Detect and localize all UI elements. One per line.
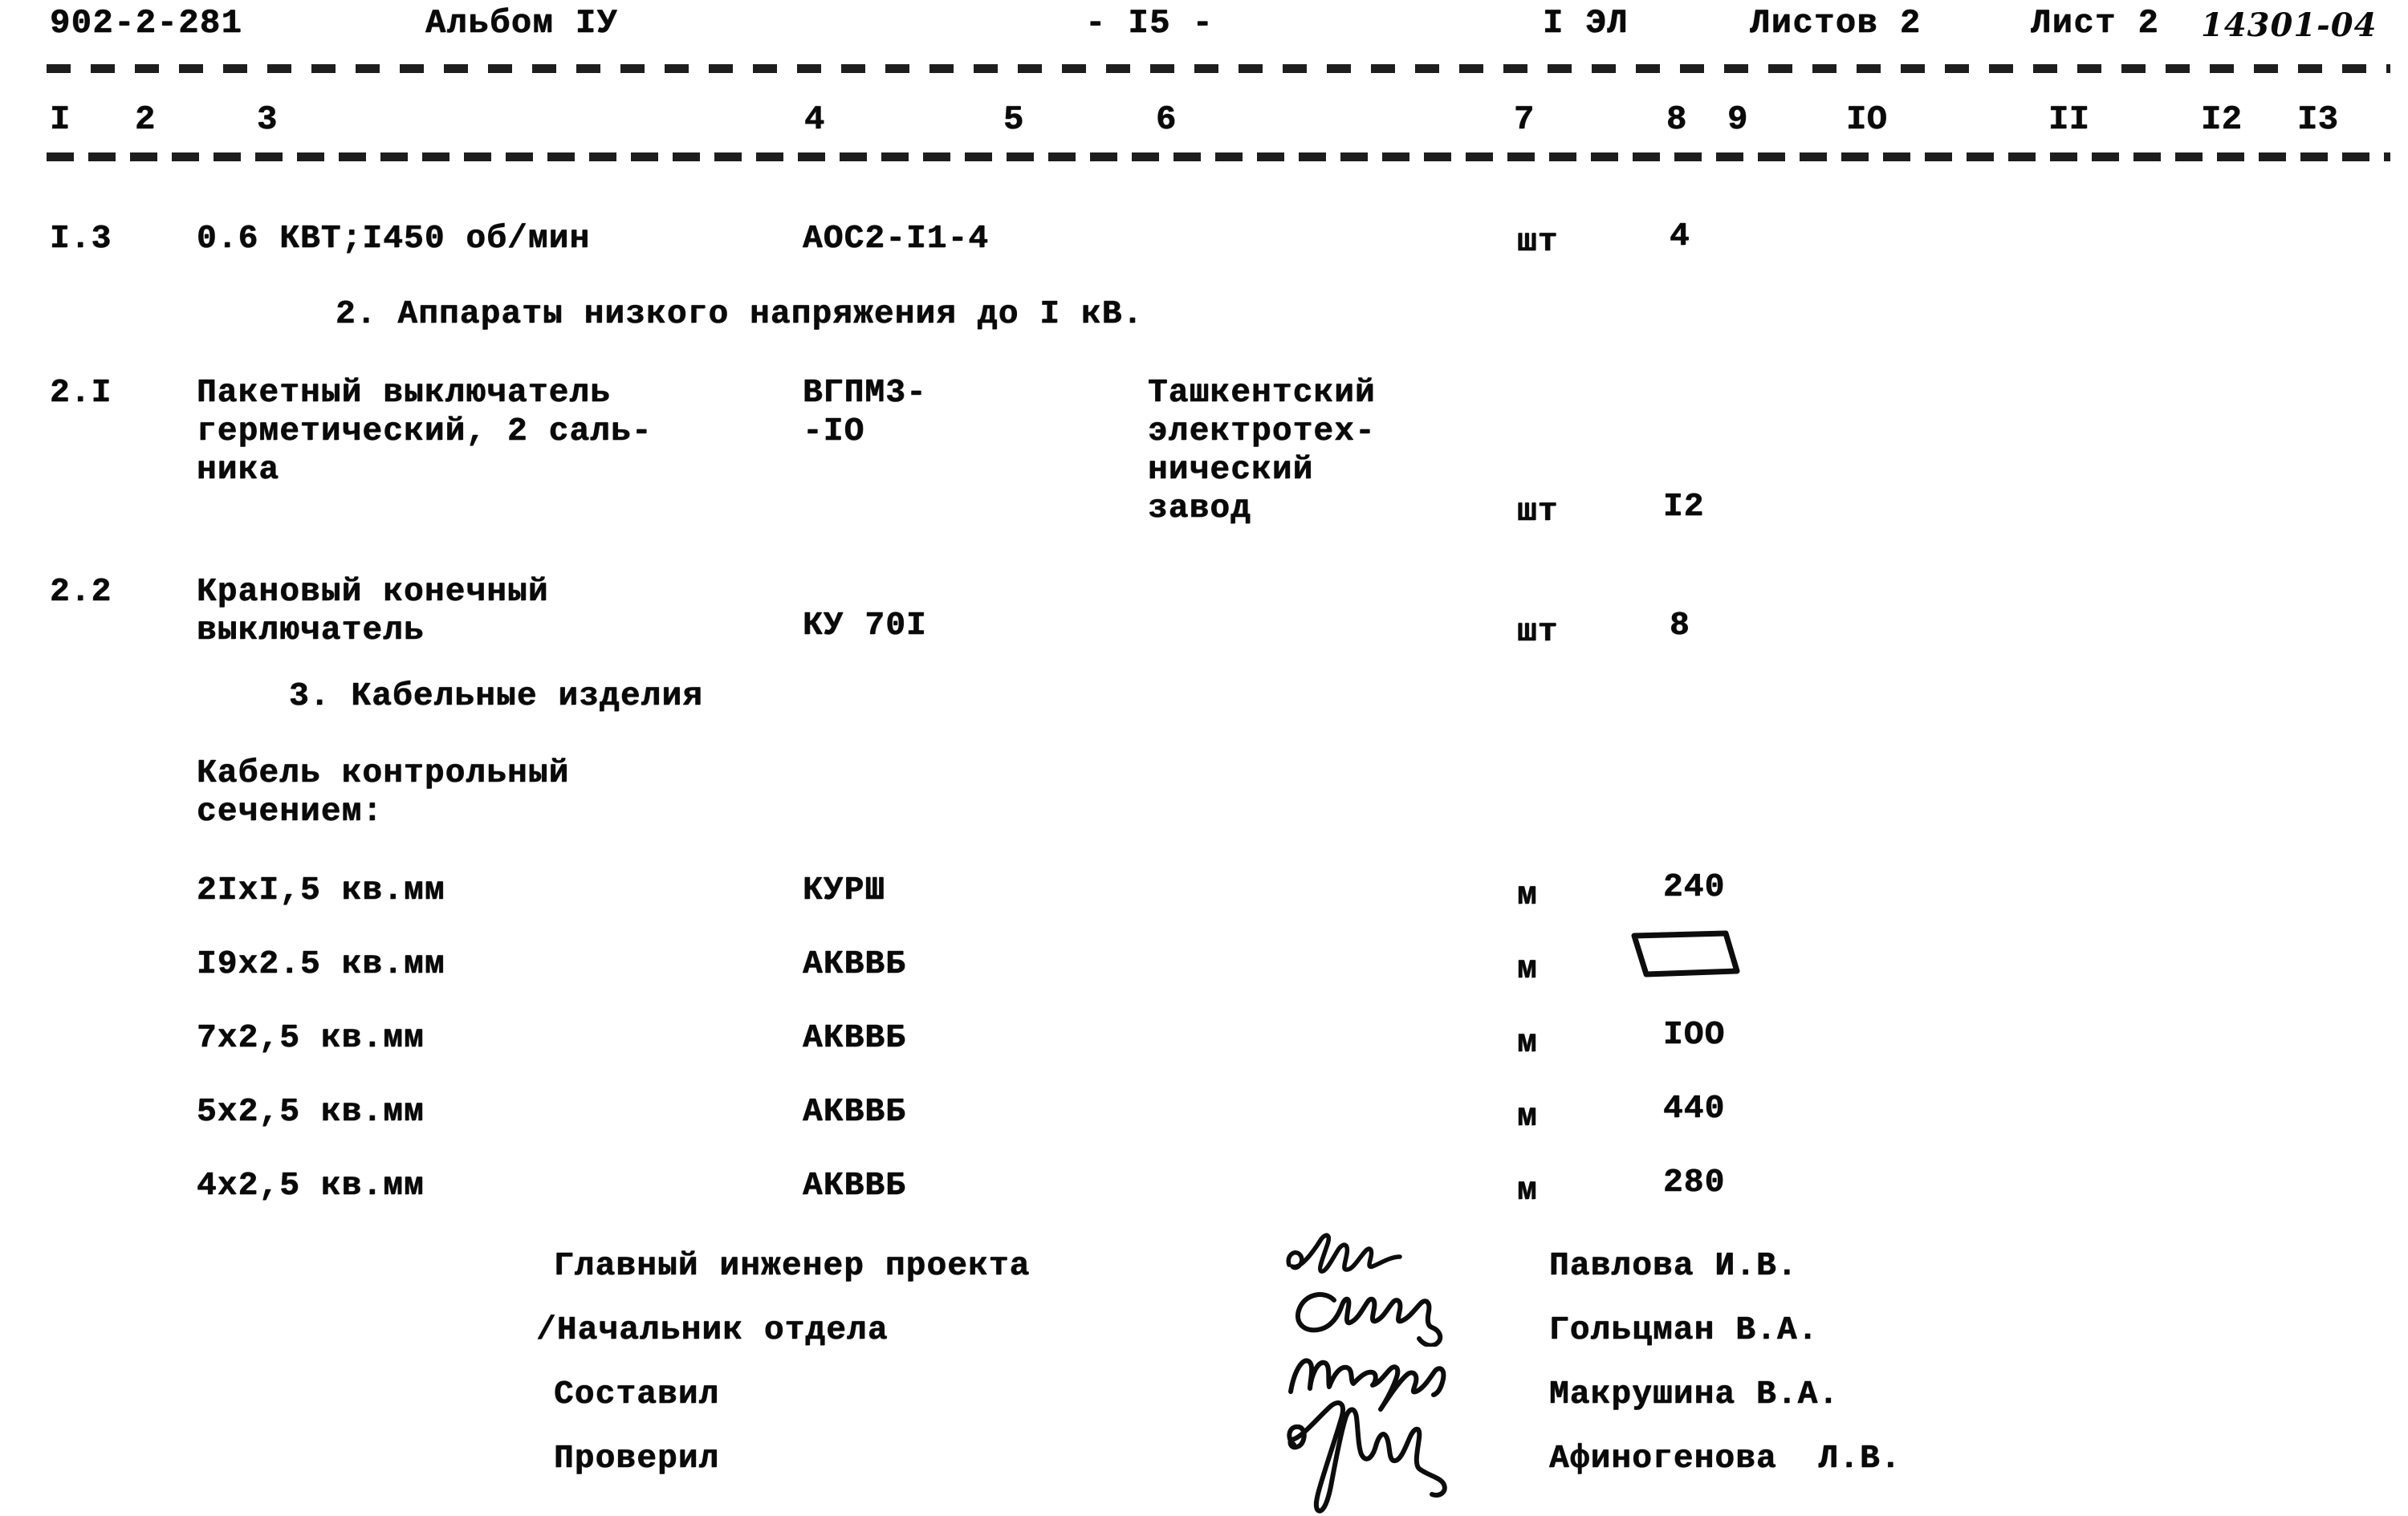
cable-brand: АКВВБ bbox=[803, 1094, 907, 1131]
cable-section: 5x2,5 кв.мм bbox=[197, 1094, 425, 1131]
sheets-total: Листов 2 bbox=[1750, 4, 1922, 43]
row-quantity: 8 bbox=[1670, 608, 1690, 644]
row-position: I.3 bbox=[50, 221, 112, 258]
cable-unit: м bbox=[1517, 1173, 1538, 1209]
sheet-number: Лист 2 bbox=[2031, 4, 2160, 43]
signatory-name: Афиногенова Л.В. bbox=[1549, 1441, 1902, 1477]
cable-quantity: IOO bbox=[1663, 1017, 1726, 1054]
row-type: КУ 70I bbox=[803, 608, 927, 644]
signatory-name: Макрушина В.А. bbox=[1549, 1376, 1840, 1413]
signature-mark-afinogenova bbox=[1287, 1400, 1447, 1514]
cable-quantity: 440 bbox=[1663, 1091, 1726, 1128]
row-maker-line: Ташкентский bbox=[1148, 375, 1376, 412]
column-header-5: 5 bbox=[1003, 100, 1024, 139]
cable-brand: КУРШ bbox=[803, 872, 886, 909]
column-header-2: 2 bbox=[135, 100, 156, 139]
column-header-6: 6 bbox=[1156, 100, 1177, 139]
section-heading-3: 3. Кабельные изделия bbox=[289, 678, 704, 715]
row-type-line: ВГПМ3- bbox=[803, 375, 927, 412]
cable-quantity: 240 bbox=[1663, 869, 1726, 906]
cable-brand: АКВВБ bbox=[803, 946, 907, 983]
signatory-name: Павлова И.В. bbox=[1549, 1248, 1798, 1285]
cable-brand: АКВВБ bbox=[803, 1020, 907, 1057]
sheet-type: I ЭЛ bbox=[1543, 4, 1629, 43]
header-divider-top bbox=[47, 64, 2390, 73]
cable-section: I9x2.5 кв.мм bbox=[197, 946, 445, 983]
column-header-7: 7 bbox=[1514, 100, 1535, 139]
row-name-line: герметический, 2 саль- bbox=[197, 413, 653, 450]
cable-unit: м bbox=[1517, 877, 1538, 914]
signature-mark-goltsman bbox=[1295, 1292, 1443, 1347]
column-header-11: II bbox=[2048, 100, 2090, 139]
signature-role: Составил bbox=[554, 1376, 720, 1413]
cable-section: 2IxI,5 кв.мм bbox=[197, 872, 445, 909]
column-header-13: I3 bbox=[2297, 100, 2339, 139]
album-label: Альбом IУ bbox=[425, 4, 619, 43]
column-header-8: 8 bbox=[1666, 100, 1687, 139]
column-header-4: 4 bbox=[804, 100, 825, 139]
cable-unit: м bbox=[1517, 951, 1538, 988]
signature-mark-pavlova bbox=[1286, 1233, 1402, 1274]
cable-intro-line: Кабель контрольный bbox=[197, 755, 570, 792]
signatory-name: Гольцман В.А. bbox=[1549, 1312, 1819, 1349]
handwritten-drawing-code: 14301-04 bbox=[2201, 6, 2377, 44]
row-unit: шт bbox=[1517, 494, 1559, 530]
row-name: 0.6 КВТ;I450 об/мин bbox=[197, 221, 591, 258]
page-marker: - I5 - bbox=[1085, 4, 1214, 43]
row-type-line: -IO bbox=[803, 413, 865, 450]
column-header-1: I bbox=[50, 100, 71, 139]
row-unit: шт bbox=[1517, 224, 1559, 261]
row-position: 2.2 bbox=[50, 574, 112, 611]
series-code: 902-2-281 bbox=[50, 4, 243, 43]
column-header-9: 9 bbox=[1727, 100, 1748, 139]
cable-unit: м bbox=[1517, 1099, 1538, 1136]
row-position: 2.I bbox=[50, 375, 112, 412]
row-name-line: ника bbox=[197, 452, 280, 489]
cable-brand: АКВВБ bbox=[803, 1168, 907, 1205]
row-unit: шт bbox=[1517, 614, 1559, 651]
column-header-3: 3 bbox=[257, 100, 278, 139]
row-name-line: выключатель bbox=[197, 612, 425, 649]
row-name-line: Пакетный выключатель bbox=[197, 375, 612, 412]
column-header-10: IO bbox=[1846, 100, 1888, 139]
row-maker-line: электротех- bbox=[1148, 413, 1376, 450]
cable-unit: м bbox=[1517, 1025, 1538, 1062]
signature-role: /Начальник отдела bbox=[536, 1312, 889, 1349]
row-type: АОС2-I1-4 bbox=[803, 221, 990, 258]
row-maker-line: завод bbox=[1148, 490, 1252, 527]
row-name-line: Крановый конечный bbox=[197, 574, 549, 611]
signature-role: Проверил bbox=[554, 1441, 720, 1477]
column-header-12: I2 bbox=[2201, 100, 2243, 139]
row-quantity: 4 bbox=[1670, 218, 1690, 255]
scanned-document-page: 902-2-281 Альбом IУ - I5 - I ЭЛ Листов 2… bbox=[0, 0, 2408, 1516]
row-maker-line: нический bbox=[1148, 452, 1314, 489]
cable-quantity: 280 bbox=[1663, 1164, 1726, 1201]
cable-section: 4x2,5 кв.мм bbox=[197, 1168, 425, 1205]
row-quantity: I2 bbox=[1663, 489, 1705, 526]
cable-intro-line: сечением: bbox=[197, 794, 384, 831]
handdrawn-blank-quantity-box bbox=[1631, 930, 1740, 977]
header-divider-bottom bbox=[47, 152, 2390, 161]
signature-role: Главный инженер проекта bbox=[554, 1248, 1031, 1285]
section-heading-2: 2. Аппараты низкого напряжения до I кВ. bbox=[336, 296, 1144, 333]
cable-section: 7x2,5 кв.мм bbox=[197, 1020, 425, 1057]
